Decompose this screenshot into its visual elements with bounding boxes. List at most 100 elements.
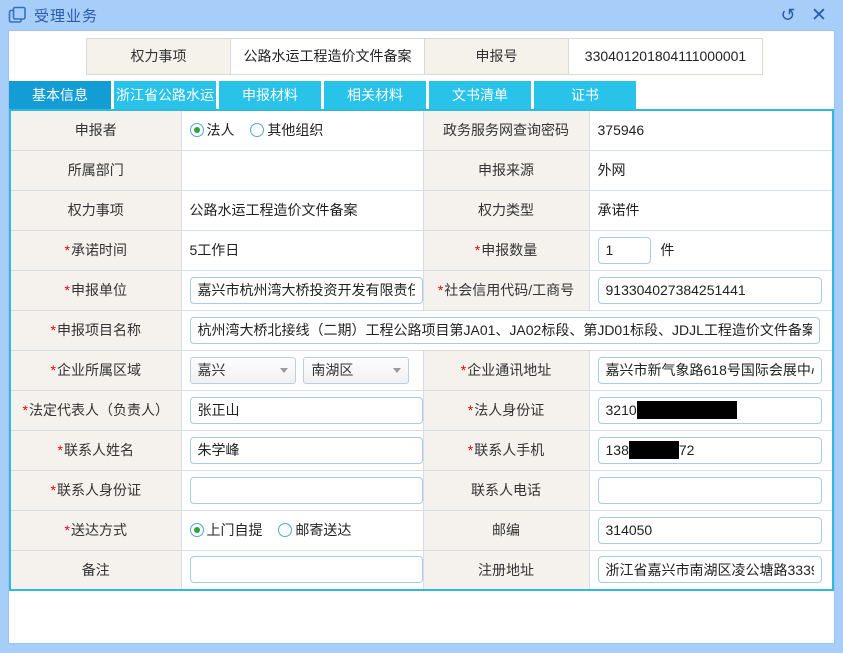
region-city-select[interactable]: 嘉兴 [190, 357, 296, 384]
power-type-value: 承诺件 [589, 190, 833, 230]
declare-unit-input[interactable] [190, 277, 423, 304]
radio-self-pickup[interactable]: 上门自提 [190, 520, 263, 540]
declare-source-label: 申报来源 [423, 150, 589, 190]
required-mark: * [461, 362, 466, 378]
legal-id-label: *法人身份证 [423, 390, 589, 430]
window-title: 受理业务 [34, 5, 98, 26]
form-row: *联系人姓名 *联系人手机 138 72 [10, 430, 833, 470]
titlebar: 受理业务 ↺ ✕ [0, 0, 843, 30]
company-address-input[interactable] [598, 357, 823, 384]
declare-count-label: *申报数量 [423, 230, 589, 270]
radio-unselected-icon [278, 523, 292, 537]
declare-unit-label: *申报单位 [10, 270, 181, 310]
declare-count-input[interactable] [598, 237, 651, 264]
region-label: *企业所属区域 [10, 350, 181, 390]
radio-other-org-label: 其他组织 [267, 120, 323, 140]
radio-self-pickup-label: 上门自提 [207, 520, 263, 540]
credit-code-input[interactable] [598, 277, 823, 304]
contact-mobile-suffix: 72 [679, 442, 695, 458]
required-mark: * [23, 402, 28, 418]
legal-id-prefix: 3210 [606, 402, 637, 418]
promise-time-label: *承诺时间 [10, 230, 181, 270]
form-row: *法定代表人（负责人） *法人身份证 3210 [10, 390, 833, 430]
required-mark: * [51, 322, 56, 338]
power-item-label: 权力事项 [10, 190, 181, 230]
register-address-input[interactable] [598, 556, 823, 583]
zipcode-cell [589, 510, 833, 550]
basic-info-form: 申报者 法人 其他组织 政务服务网查询密码 375946 所属部门 [9, 109, 834, 591]
form-row: *企业所属区域 嘉兴 南湖区 *企业通讯地址 [10, 350, 833, 390]
zipcode-input[interactable] [598, 517, 823, 544]
contact-mobile-cell: 138 72 [589, 430, 833, 470]
main-panel: 权力事项 公路水运工程造价文件备案 申报号 330401201804111000… [8, 30, 835, 644]
legal-person-input[interactable] [190, 397, 423, 424]
form-row: 备注 注册地址 [10, 550, 833, 590]
declare-no-header-value: 330401201804111000001 [568, 38, 763, 75]
radio-legal-person-label: 法人 [207, 120, 235, 140]
required-mark: * [51, 362, 56, 378]
contact-phone-input[interactable] [598, 477, 823, 504]
power-item-header-value: 公路水运工程造价文件备案 [230, 38, 425, 75]
tab-bar: 基本信息 浙江省公路水运 申报材料 相关材料 文书清单 证书 [9, 81, 834, 109]
chevron-down-icon [280, 368, 288, 373]
form-row: 所属部门 申报来源 外网 [10, 150, 833, 190]
form-row: 权力事项 公路水运工程造价文件备案 权力类型 承诺件 [10, 190, 833, 230]
query-password-label: 政务服务网查询密码 [423, 110, 589, 150]
tab-declare-materials[interactable]: 申报材料 [219, 81, 321, 109]
project-name-input[interactable] [190, 317, 821, 344]
close-icon[interactable]: ✕ [807, 6, 831, 25]
tab-document-list[interactable]: 文书清单 [429, 81, 531, 109]
department-label: 所属部门 [10, 150, 181, 190]
query-password-value: 375946 [589, 110, 833, 150]
region-cell: 嘉兴 南湖区 [181, 350, 423, 390]
zipcode-label: 邮编 [423, 510, 589, 550]
form-row: 申报者 法人 其他组织 政务服务网查询密码 375946 [10, 110, 833, 150]
tab-related-materials[interactable]: 相关材料 [324, 81, 426, 109]
contact-id-cell [181, 470, 423, 510]
form-row: *申报单位 *社会信用代码/工商号 [10, 270, 833, 310]
radio-selected-icon [190, 523, 204, 537]
project-name-label: *申报项目名称 [10, 310, 181, 350]
required-mark: * [65, 242, 70, 258]
region-district-select[interactable]: 南湖区 [303, 357, 409, 384]
declarer-label: 申报者 [10, 110, 181, 150]
form-row: *联系人身份证 联系人电话 [10, 470, 833, 510]
required-mark: * [475, 242, 480, 258]
register-address-label: 注册地址 [423, 550, 589, 590]
required-mark: * [468, 442, 473, 458]
redaction-block [637, 401, 737, 419]
radio-legal-person[interactable]: 法人 [190, 120, 235, 140]
radio-other-org[interactable]: 其他组织 [250, 120, 323, 140]
credit-code-label: *社会信用代码/工商号 [423, 270, 589, 310]
register-address-cell [589, 550, 833, 590]
region-district-value: 南湖区 [311, 360, 353, 380]
tab-certificate[interactable]: 证书 [534, 81, 636, 109]
required-mark: * [438, 282, 443, 298]
refresh-icon[interactable]: ↺ [776, 6, 800, 24]
radio-mail-delivery[interactable]: 邮寄送达 [278, 520, 351, 540]
contact-id-input[interactable] [190, 477, 423, 504]
legal-person-label: *法定代表人（负责人） [10, 390, 181, 430]
radio-unselected-icon [250, 123, 264, 137]
bottom-whitespace [9, 591, 834, 643]
redaction-block [629, 441, 679, 459]
tab-zhejiang-highway[interactable]: 浙江省公路水运 [114, 81, 216, 109]
contact-name-input[interactable] [190, 437, 423, 464]
remark-input[interactable] [190, 556, 423, 583]
tab-basic-info[interactable]: 基本信息 [9, 81, 111, 109]
required-mark: * [468, 402, 473, 418]
legal-id-input[interactable]: 3210 [598, 397, 823, 424]
region-city-value: 嘉兴 [198, 360, 226, 380]
legal-person-cell [181, 390, 423, 430]
required-mark: * [65, 522, 70, 538]
power-item-header-label: 权力事项 [86, 38, 231, 75]
contact-phone-label: 联系人电话 [423, 470, 589, 510]
remark-label: 备注 [10, 550, 181, 590]
legal-id-cell: 3210 [589, 390, 833, 430]
required-mark: * [65, 282, 70, 298]
contact-id-label: *联系人身份证 [10, 470, 181, 510]
power-type-label: 权力类型 [423, 190, 589, 230]
contact-mobile-input[interactable]: 138 72 [598, 437, 823, 464]
contact-phone-cell [589, 470, 833, 510]
declare-source-value: 外网 [589, 150, 833, 190]
